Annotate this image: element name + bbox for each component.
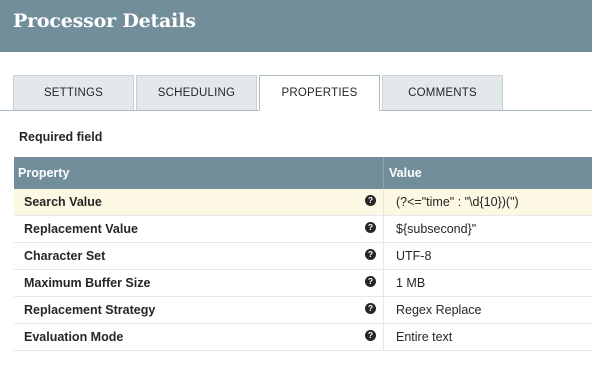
table-row[interactable]: Search Value ? (?<="time" : "\d{10})("): [14, 189, 592, 216]
table-row[interactable]: Replacement Strategy ? Regex Replace: [14, 297, 592, 324]
tab-scheduling[interactable]: SCHEDULING: [136, 75, 257, 110]
required-field-label: Required field: [19, 130, 103, 144]
property-name: Character Set: [24, 249, 106, 263]
table-header: Property Value: [14, 157, 592, 189]
help-icon[interactable]: ?: [365, 276, 376, 287]
properties-table: Property Value Search Value ? (?<="time"…: [14, 157, 592, 351]
column-divider: [383, 297, 384, 323]
property-value[interactable]: Regex Replace: [396, 303, 481, 317]
column-divider[interactable]: [383, 157, 384, 189]
column-header-value[interactable]: Value: [389, 166, 422, 180]
column-divider: [383, 243, 384, 269]
property-value[interactable]: UTF-8: [396, 249, 431, 263]
table-row[interactable]: Replacement Value ? ${subsecond}": [14, 216, 592, 243]
property-value[interactable]: Entire text: [396, 330, 452, 344]
property-value[interactable]: (?<="time" : "\d{10})("): [396, 195, 519, 209]
column-divider: [383, 216, 384, 242]
table-row[interactable]: Evaluation Mode ? Entire text: [14, 324, 592, 351]
property-name: Maximum Buffer Size: [24, 276, 151, 290]
help-icon[interactable]: ?: [365, 249, 376, 260]
table-row[interactable]: Maximum Buffer Size ? 1 MB: [14, 270, 592, 297]
tab-properties[interactable]: PROPERTIES: [259, 75, 380, 111]
dialog-title: Processor Details: [13, 10, 196, 32]
property-name: Replacement Strategy: [24, 303, 156, 317]
table-row[interactable]: Character Set ? UTF-8: [14, 243, 592, 270]
help-icon[interactable]: ?: [365, 222, 376, 233]
property-value[interactable]: ${subsecond}": [396, 222, 476, 236]
tab-settings[interactable]: SETTINGS: [13, 75, 134, 110]
tab-comments[interactable]: COMMENTS: [382, 75, 503, 110]
tab-bar: SETTINGS SCHEDULING PROPERTIES COMMENTS: [0, 75, 592, 111]
column-divider: [383, 324, 384, 350]
property-name: Search Value: [24, 195, 102, 209]
property-value[interactable]: 1 MB: [396, 276, 425, 290]
help-icon[interactable]: ?: [365, 303, 376, 314]
column-divider: [383, 270, 384, 296]
column-header-property[interactable]: Property: [18, 166, 69, 180]
dialog-header: Processor Details: [0, 0, 592, 52]
property-name: Replacement Value: [24, 222, 138, 236]
help-icon[interactable]: ?: [365, 330, 376, 341]
property-name: Evaluation Mode: [24, 330, 124, 344]
help-icon[interactable]: ?: [365, 195, 376, 206]
column-divider: [383, 189, 384, 215]
